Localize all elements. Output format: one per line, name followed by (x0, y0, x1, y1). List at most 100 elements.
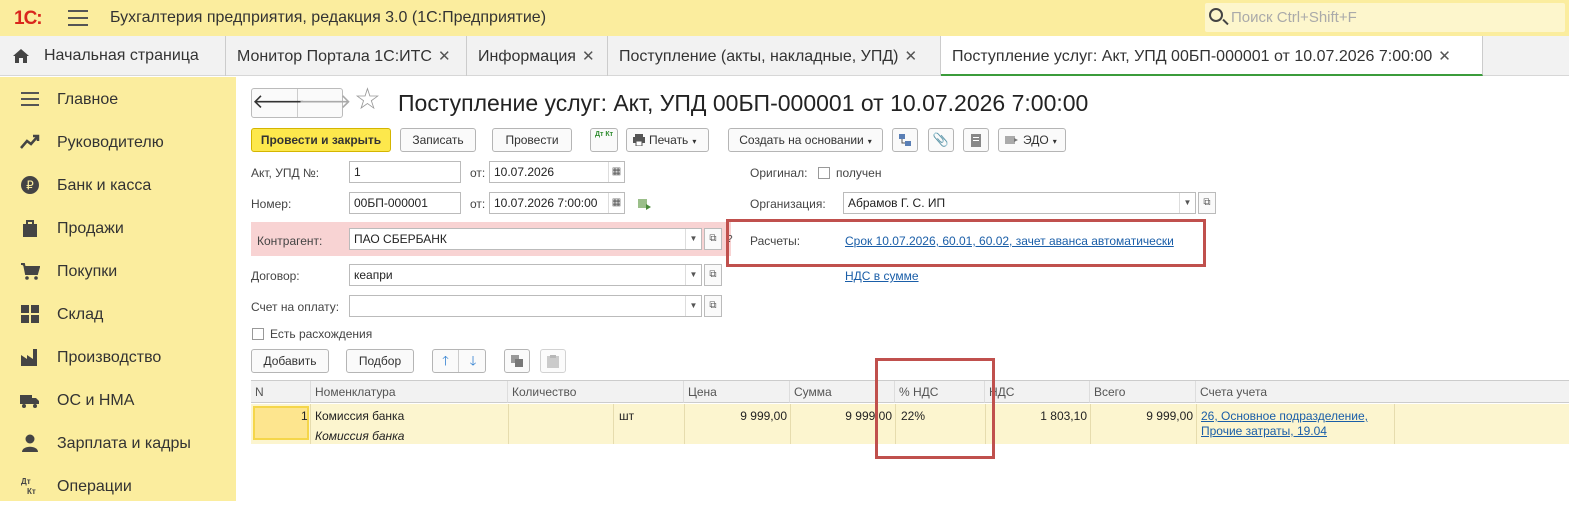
tab-home[interactable]: Начальная страница (0, 36, 226, 76)
open-counterparty-button[interactable]: ⧉ (704, 228, 722, 250)
copy-row-button[interactable] (504, 349, 530, 373)
calendar-icon[interactable]: ▦ (608, 193, 624, 213)
sidebar-item-salary[interactable]: Зарплата и кадры (0, 423, 236, 463)
total-cell[interactable]: 9 999,00 (1090, 409, 1193, 423)
printer-icon (633, 134, 645, 146)
sidebar-item-operations[interactable]: Дт Кт Операции (0, 466, 236, 506)
move-down-arrow-icon[interactable]: 🡓 (460, 350, 486, 372)
paste-row-button[interactable] (540, 349, 566, 373)
edit-number-icon[interactable] (638, 197, 652, 210)
sidebar-item-production[interactable]: Производство (0, 337, 236, 377)
structure-button[interactable] (892, 128, 918, 152)
add-row-button[interactable]: Добавить (251, 349, 329, 373)
invoice-account-field[interactable]: ▼ (349, 295, 702, 317)
vat-in-sum-link[interactable]: НДС в сумме (845, 269, 919, 283)
document-title: Поступление услуг: Акт, УПД 00БП-000001 … (398, 90, 1089, 116)
search-icon (1209, 8, 1223, 22)
column-header[interactable]: Счета учета (1196, 381, 1569, 403)
column-header[interactable]: НДС (985, 381, 1090, 403)
discrepancies-label: Есть расхождения (270, 327, 373, 341)
act-date-value: 10.07.2026 (494, 165, 555, 179)
sidebar-item-main[interactable]: Главное (0, 79, 236, 119)
sidebar-item-fixed-assets[interactable]: ОС и НМА (0, 380, 236, 420)
open-contract-button[interactable]: ⧉ (704, 264, 722, 286)
chevron-down-icon[interactable]: ▼ (685, 296, 701, 316)
print-button[interactable]: Печать ▾ (626, 128, 709, 152)
edo-button[interactable]: ЭДО ▾ (998, 128, 1066, 152)
column-header[interactable]: N (251, 381, 311, 403)
main-menu-icon[interactable] (68, 10, 88, 26)
pick-button[interactable]: Подбор (346, 349, 414, 373)
accounts-link[interactable]: 26, Основное подразделение, (1201, 409, 1368, 423)
tab-information[interactable]: Информация ✕ (467, 36, 608, 76)
sidebar-item-manager[interactable]: Руководителю (0, 122, 236, 162)
act-number-label: Акт, УПД №: (251, 166, 320, 180)
attach-button[interactable]: 📎 (928, 128, 954, 152)
app-title: Бухгалтерия предприятия, редакция 3.0 (1… (110, 9, 547, 26)
act-number-field[interactable]: 1 (349, 161, 461, 183)
number-date-field[interactable]: 10.07.2026 7:00:00 ▦ (489, 192, 625, 214)
discrepancies-checkbox[interactable] (252, 328, 264, 340)
back-arrow-icon[interactable]: 🡐 (252, 89, 306, 117)
counterparty-field[interactable]: ПАО СБЕРБАНК ▼ (349, 228, 702, 250)
open-organization-button[interactable]: ⧉ (1198, 192, 1216, 214)
tab-label: Информация (478, 48, 576, 65)
bag-icon (23, 220, 37, 237)
contract-field[interactable]: кеапри ▼ (349, 264, 702, 286)
column-header[interactable]: Номенклатура (311, 381, 508, 403)
truck-icon (20, 395, 39, 408)
chevron-down-icon[interactable]: ▼ (1179, 193, 1195, 213)
tab-label: Поступление услуг: Акт, УПД 00БП-000001 … (952, 48, 1433, 65)
post-button[interactable]: Провести (492, 128, 572, 152)
item-name[interactable]: Комиссия банка (315, 409, 404, 423)
close-icon[interactable]: ✕ (904, 48, 917, 65)
sidebar-item-label: Операции (57, 478, 132, 495)
dt-kt-icon: Дт Кт (594, 131, 614, 138)
column-header[interactable]: Цена (684, 381, 790, 403)
calendar-icon[interactable]: ▦ (608, 162, 624, 182)
report-button[interactable] (963, 128, 989, 152)
create-based-label: Создать на основании (739, 133, 864, 147)
move-up-arrow-icon[interactable]: 🡑 (433, 350, 459, 372)
dt-kt-button[interactable]: Дт Кт (590, 128, 618, 152)
organization-label: Организация: (750, 197, 826, 211)
chevron-down-icon[interactable]: ▼ (685, 265, 701, 285)
1c-logo[interactable]: 1С: (14, 8, 43, 30)
settlements-highlight-box (726, 219, 1206, 267)
dropdown-arrow-icon: ▾ (692, 137, 697, 146)
column-header[interactable]: Количество (508, 381, 684, 403)
create-based-on-button[interactable]: Создать на основании ▾ (728, 128, 883, 152)
vat-highlight-box (875, 358, 995, 459)
sidebar-item-bank[interactable]: ₽ Банк и касса (0, 165, 236, 205)
menu-icon (21, 92, 39, 106)
act-date-field[interactable]: 10.07.2026 ▦ (489, 161, 625, 183)
open-invoice-account-button[interactable]: ⧉ (704, 295, 722, 317)
post-and-close-button[interactable]: Провести и закрыть (251, 128, 391, 152)
ruble-icon: ₽ (21, 176, 39, 194)
close-icon[interactable]: ✕ (1438, 48, 1451, 65)
price-cell[interactable]: 9 999,00 (684, 409, 787, 423)
unit[interactable]: шт (619, 409, 634, 423)
sidebar-item-warehouse[interactable]: Склад (0, 294, 236, 334)
favorite-star-icon[interactable]: ☆ (354, 85, 381, 115)
sidebar-item-sales[interactable]: Продажи (0, 208, 236, 248)
save-button[interactable]: Записать (400, 128, 476, 152)
forward-arrow-icon[interactable]: 🡒 (298, 89, 352, 117)
close-icon[interactable]: ✕ (582, 48, 595, 65)
sidebar-item-purchases[interactable]: Покупки (0, 251, 236, 291)
tab-receipt-document[interactable]: Поступление услуг: Акт, УПД 00БП-000001 … (941, 36, 1483, 76)
close-icon[interactable]: ✕ (438, 48, 451, 65)
number-date-value: 10.07.2026 7:00:00 (494, 196, 598, 210)
tab-its-monitor[interactable]: Монитор Портала 1С:ИТС ✕ (226, 36, 467, 76)
search-input[interactable]: Поиск Ctrl+Shift+F (1205, 3, 1565, 32)
number-field[interactable]: 00БП-000001 (349, 192, 461, 214)
item-description[interactable]: Комиссия банка (315, 429, 404, 443)
organization-field[interactable]: Абрамов Г. С. ИП ▼ (843, 192, 1196, 214)
chevron-down-icon[interactable]: ▼ (685, 229, 701, 249)
accounts-link-line2[interactable]: Прочие затраты, 19.04 (1201, 424, 1327, 438)
vat-cell[interactable]: 1 803,10 (985, 409, 1087, 423)
original-received-checkbox[interactable] (818, 167, 830, 179)
column-header[interactable]: Всего (1090, 381, 1196, 403)
tab-receipts-list[interactable]: Поступление (акты, накладные, УПД) ✕ (608, 36, 941, 76)
tab-label: Начальная страница (44, 47, 199, 64)
